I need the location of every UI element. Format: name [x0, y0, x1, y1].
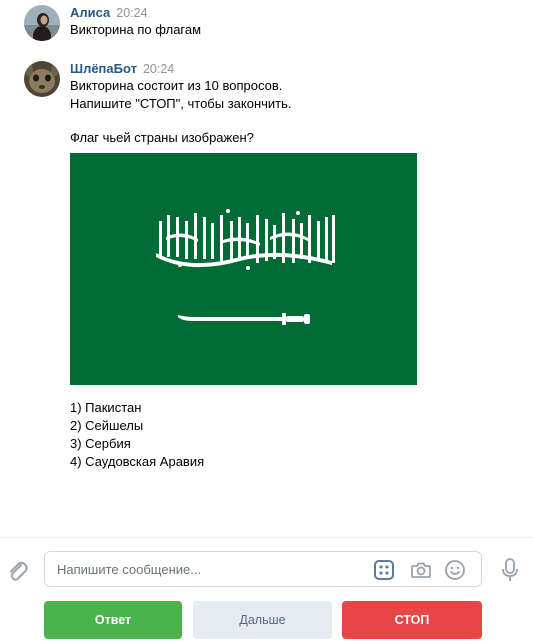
- sword: [178, 313, 310, 325]
- answer-option: 3) Сербия: [70, 436, 131, 451]
- message-text: Викторина по флагам: [70, 22, 202, 37]
- message-input-container[interactable]: [44, 551, 482, 587]
- composer-divider: [0, 537, 533, 538]
- smile-icon[interactable]: [444, 559, 466, 581]
- camera-icon[interactable]: [410, 559, 432, 581]
- stop-button[interactable]: СТОП: [342, 601, 482, 639]
- avatar-bot[interactable]: [24, 61, 60, 97]
- avatar-alice[interactable]: [24, 5, 60, 41]
- answer-option: 1) Пакистан: [70, 400, 142, 415]
- message-text: Викторина состоит из 10 вопросов.: [70, 78, 283, 93]
- message-text: Напишите "СТОП", чтобы закончить.: [70, 96, 292, 111]
- flag-image[interactable]: [70, 153, 417, 385]
- next-button[interactable]: Дальше: [193, 601, 332, 639]
- answer-button[interactable]: Ответ: [44, 601, 182, 639]
- quiz-question: Флаг чьей страны изображен?: [70, 130, 254, 145]
- author-name[interactable]: ШлёпаБот: [70, 61, 137, 76]
- message-time: 20:24: [142, 62, 175, 76]
- keyboard-icon[interactable]: [373, 559, 395, 581]
- microphone-icon[interactable]: [500, 558, 520, 582]
- message-time: 20:24: [116, 6, 148, 20]
- message-input[interactable]: [57, 560, 357, 578]
- attach-icon[interactable]: [4, 558, 30, 584]
- answer-option: 4) Саудовская Аравия: [70, 454, 205, 469]
- answer-option: 2) Сейшелы: [70, 418, 144, 433]
- shahada-calligraphy: [156, 209, 335, 270]
- author-name[interactable]: Алиса: [70, 5, 110, 20]
